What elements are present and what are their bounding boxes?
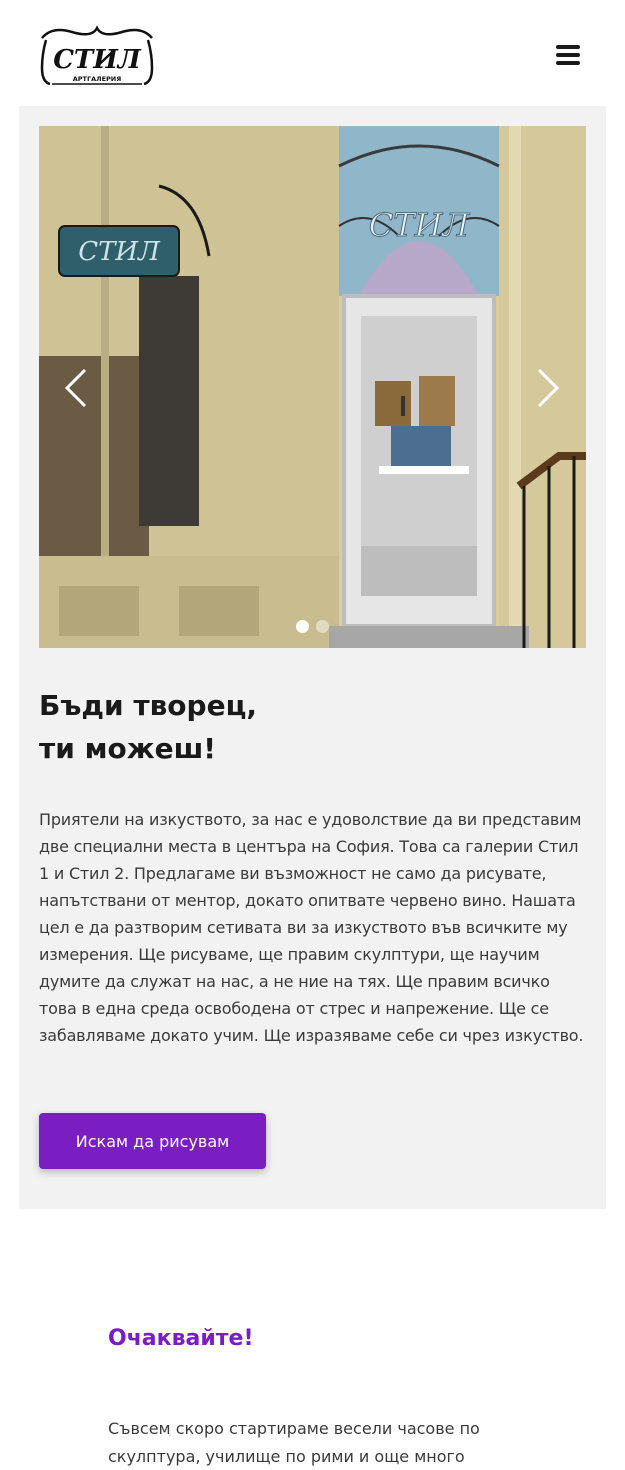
logo-ornament: СТИЛ АРТГАЛЕРИЯ	[40, 25, 154, 86]
window-sign-text: СТИЛ	[369, 206, 471, 244]
hamburger-menu-icon[interactable]	[556, 45, 580, 65]
gallery-entrance-photo: СТИЛ СТИЛ	[39, 126, 586, 648]
hero-title: Бъди творец, ти можеш!	[39, 684, 579, 770]
want-to-paint-button[interactable]: Искам да рисувам	[39, 1113, 266, 1169]
coming-soon-text: Съвсем скоро стартираме весели часове по…	[108, 1419, 480, 1466]
logo-text: СТИЛ	[53, 45, 142, 75]
site-header: СТИЛ АРТГАЛЕРИЯ	[0, 0, 625, 106]
hero-section: СТИЛ СТИЛ Бъди творец, ти можеш! Приятел…	[19, 106, 606, 1209]
image-slider[interactable]: СТИЛ СТИЛ	[39, 126, 586, 648]
coming-soon-title: Очаквайте!	[108, 1326, 254, 1351]
hero-title-line-1: Бъди творец,	[39, 689, 257, 722]
slider-dot-2[interactable]	[316, 620, 329, 633]
slider-pagination	[296, 618, 336, 633]
hanging-sign-text: СТИЛ	[78, 237, 161, 267]
logo-subtitle: АРТГАЛЕРИЯ	[73, 75, 121, 83]
site-logo[interactable]: СТИЛ АРТГАЛЕРИЯ	[38, 24, 156, 88]
slider-prev-arrow-icon[interactable]	[61, 366, 91, 410]
hero-description: Приятели на изкуството, за нас е удоволс…	[39, 810, 584, 1045]
slider-dot-1[interactable]	[296, 620, 309, 633]
hero-title-line-2: ти можеш!	[39, 732, 217, 765]
slider-next-arrow-icon[interactable]	[533, 366, 563, 410]
